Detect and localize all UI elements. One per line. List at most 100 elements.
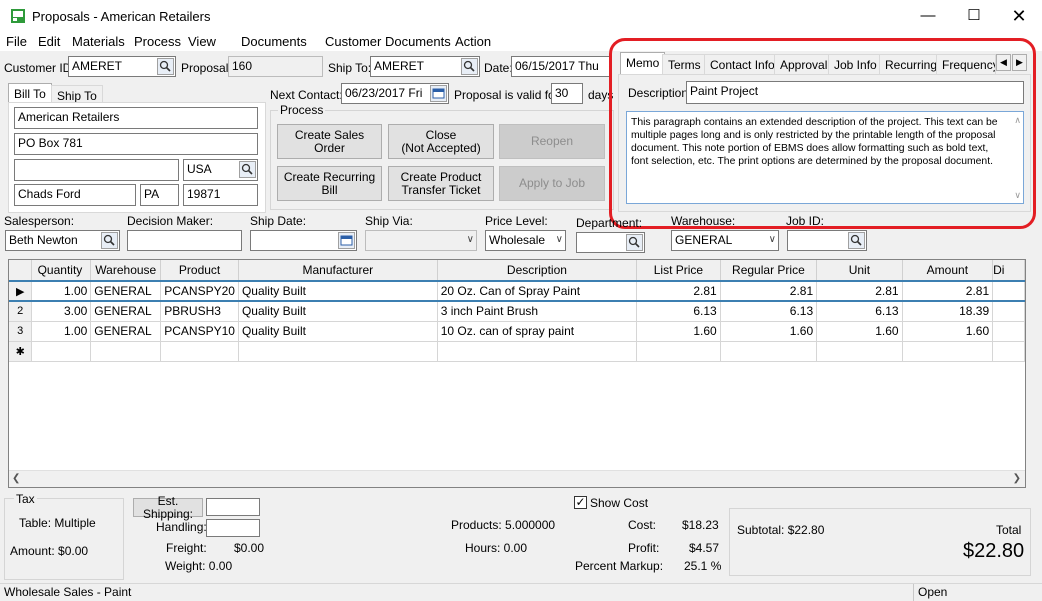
menu-edit[interactable]: Edit	[38, 34, 60, 49]
tab-recurring[interactable]: Recurring	[879, 54, 944, 74]
address-line1[interactable]: PO Box 781	[14, 133, 258, 155]
row-number[interactable]: 2	[9, 301, 33, 322]
tab-scroll-right-icon[interactable]: ▶	[1012, 54, 1027, 71]
row-selector-icon[interactable]: ▶	[9, 281, 33, 302]
est-shipping-field[interactable]	[206, 498, 260, 516]
cell-warehouse[interactable]: GENERAL	[90, 321, 162, 342]
department-field[interactable]	[576, 232, 645, 253]
cell-unit[interactable]: 2.81	[816, 281, 903, 302]
memo-scroll-up-icon[interactable]: ∧	[1014, 115, 1021, 126]
cell-description[interactable]: 3 inch Paint Brush	[437, 301, 638, 322]
cell-product[interactable]: PBRUSH3	[160, 301, 239, 322]
tab-job-info[interactable]: Job Info	[828, 54, 883, 74]
col-list-price[interactable]: List Price	[636, 260, 721, 282]
description-field[interactable]: Paint Project	[686, 81, 1024, 104]
tab-ship-to[interactable]: Ship To	[51, 85, 103, 103]
cell-regular-price[interactable]: 1.60	[720, 321, 818, 342]
ship-to-field[interactable]: AMERET	[370, 56, 480, 77]
cell-quantity[interactable]	[31, 341, 92, 362]
country-search-icon[interactable]	[239, 161, 256, 178]
tab-approval[interactable]: Approval	[774, 54, 834, 74]
cell-regular-price[interactable]	[720, 341, 818, 362]
col-manufacturer[interactable]: Manufacturer	[238, 260, 438, 282]
menu-customer-documents[interactable]: Customer Documents	[325, 34, 451, 49]
scroll-right-icon[interactable]: ❯	[1013, 473, 1021, 484]
menu-documents[interactable]: Documents	[241, 34, 307, 49]
minimize-button[interactable]: —	[905, 0, 951, 32]
show-cost-checkbox[interactable]: ✓	[574, 496, 587, 509]
country-field[interactable]: USA	[183, 159, 258, 181]
scroll-left-icon[interactable]: ❮	[12, 473, 20, 484]
col-unit[interactable]: Unit	[816, 260, 903, 282]
cell-manufacturer[interactable]: Quality Built	[238, 301, 438, 322]
cell-amount[interactable]: 1.60	[902, 321, 994, 342]
col-quantity[interactable]: Quantity	[31, 260, 92, 282]
tab-contact-info[interactable]: Contact Info	[704, 54, 781, 74]
memo-scroll-down-icon[interactable]: ∨	[1014, 190, 1021, 201]
decision-maker-field[interactable]	[127, 230, 242, 251]
ship-date-calendar-icon[interactable]	[338, 232, 355, 249]
cell-product[interactable]	[160, 341, 239, 362]
zip-field[interactable]: 19871	[183, 184, 258, 206]
tab-bill-to[interactable]: Bill To	[8, 83, 52, 103]
reopen-button[interactable]: Reopen	[499, 124, 605, 159]
menu-action[interactable]: Action	[455, 34, 491, 49]
department-search-icon[interactable]	[626, 234, 643, 251]
apply-to-job-button[interactable]: Apply to Job	[499, 166, 605, 201]
table-row[interactable]: ▶ 1.00 GENERAL PCANSPY20 Quality Built 2…	[9, 281, 1025, 302]
menu-file[interactable]: File	[6, 34, 27, 49]
memo-text-area[interactable]: This paragraph contains an extended desc…	[626, 111, 1024, 204]
cell-product[interactable]: PCANSPY20	[160, 281, 239, 302]
cell-list-price[interactable]: 2.81	[636, 281, 721, 302]
job-id-search-icon[interactable]	[848, 232, 865, 249]
cell-regular-price[interactable]: 2.81	[720, 281, 818, 302]
customer-id-field[interactable]: AMERET	[68, 56, 176, 77]
cell-warehouse[interactable]	[90, 341, 162, 362]
cell-discount[interactable]	[992, 321, 1025, 342]
valid-days-field[interactable]: 30	[551, 83, 583, 104]
job-id-field[interactable]	[787, 230, 867, 251]
cell-manufacturer[interactable]	[238, 341, 438, 362]
table-row[interactable]: 2 3.00 GENERAL PBRUSH3 Quality Built 3 i…	[9, 301, 1025, 322]
cell-unit[interactable]: 6.13	[816, 301, 903, 322]
cell-amount[interactable]	[902, 341, 994, 362]
cell-description[interactable]	[437, 341, 638, 362]
cell-product[interactable]: PCANSPY10	[160, 321, 239, 342]
salesperson-search-icon[interactable]	[101, 232, 118, 249]
col-discount[interactable]: Di	[992, 260, 1025, 282]
table-row[interactable]: 3 1.00 GENERAL PCANSPY10 Quality Built 1…	[9, 321, 1025, 342]
ship-to-search-icon[interactable]	[461, 58, 478, 75]
tab-terms[interactable]: Terms	[662, 54, 707, 74]
horizontal-scrollbar[interactable]: ❮ ❯	[9, 470, 1025, 487]
create-sales-order-button[interactable]: Create Sales Order	[277, 124, 382, 159]
col-description[interactable]: Description	[437, 260, 638, 282]
cell-manufacturer[interactable]: Quality Built	[238, 321, 438, 342]
row-number[interactable]: 3	[9, 321, 33, 342]
cell-manufacturer[interactable]: Quality Built	[238, 281, 438, 302]
cell-discount[interactable]	[992, 341, 1025, 362]
cell-unit[interactable]	[816, 341, 903, 362]
cell-quantity[interactable]: 1.00	[31, 281, 92, 302]
close-window-button[interactable]: ✕	[996, 0, 1042, 32]
menu-process[interactable]: Process	[134, 34, 181, 49]
ship-via-select[interactable]: ∨	[365, 230, 477, 251]
salesperson-field[interactable]: Beth Newton	[5, 230, 120, 251]
cell-description[interactable]: 20 Oz. Can of Spray Paint	[437, 281, 638, 302]
warehouse-select[interactable]: GENERAL ∨	[671, 230, 779, 251]
cell-amount[interactable]: 2.81	[902, 281, 994, 302]
line-items-grid[interactable]: Quantity Warehouse Product Manufacturer …	[8, 259, 1026, 488]
cell-unit[interactable]: 1.60	[816, 321, 903, 342]
close-not-accepted-button[interactable]: Close (Not Accepted)	[388, 124, 494, 159]
cell-description[interactable]: 10 Oz. can of spray paint	[437, 321, 638, 342]
address-line2[interactable]	[14, 159, 179, 181]
create-transfer-ticket-button[interactable]: Create Product Transfer Ticket	[388, 166, 494, 201]
est-shipping-button[interactable]: Est. Shipping:	[133, 494, 203, 520]
tab-scroll-left-icon[interactable]: ◀	[996, 54, 1011, 71]
cell-list-price[interactable]	[636, 341, 721, 362]
menu-view[interactable]: View	[188, 34, 216, 49]
table-row-new[interactable]: ✱	[9, 341, 1025, 362]
date-field[interactable]: 06/15/2017 Thu	[511, 56, 611, 77]
cell-warehouse[interactable]: GENERAL	[90, 281, 162, 302]
customer-search-icon[interactable]	[157, 58, 174, 75]
cell-quantity[interactable]: 1.00	[31, 321, 92, 342]
